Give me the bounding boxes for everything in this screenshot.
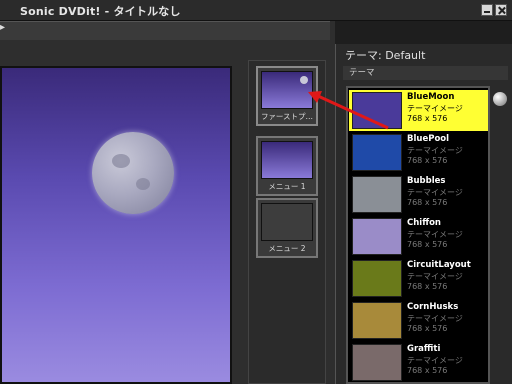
theme-desc: テーマイメージ <box>407 146 463 155</box>
theme-item-bluepool[interactable]: BluePool テーマイメージ 768 x 576 <box>349 132 488 173</box>
moon-icon <box>300 76 308 84</box>
menu-thumb-menu-1[interactable]: メニュー 1 <box>256 136 318 196</box>
theme-item-bubbles[interactable]: Bubbles テーマイメージ 768 x 576 <box>349 174 488 215</box>
menu-thumb-menu-2[interactable]: メニュー 2 <box>256 198 318 258</box>
theme-name: BlueMoon <box>407 92 455 102</box>
theme-desc: テーマイメージ <box>407 272 463 281</box>
menu-thumb-image <box>261 71 313 109</box>
minimize-button[interactable] <box>481 4 493 16</box>
moon-image <box>92 132 174 214</box>
theme-name: BluePool <box>407 134 450 144</box>
theme-item-circuitlayout[interactable]: CircuitLayout テーマイメージ 768 x 576 <box>349 258 488 299</box>
theme-desc: テーマイメージ <box>407 356 463 365</box>
close-window-button[interactable] <box>495 4 507 16</box>
theme-desc: テーマイメージ <box>407 230 463 239</box>
menu-thumb-first-play[interactable]: ファーストプ… <box>256 66 318 126</box>
theme-desc: テーマイメージ <box>407 188 463 197</box>
window-title: Sonic DVDit! - タイトルなし <box>20 5 181 18</box>
theme-item-graffiti[interactable]: Graffiti テーマイメージ 768 x 576 <box>349 342 488 382</box>
theme-list-header: テーマ <box>343 66 508 80</box>
theme-name: Bubbles <box>407 176 446 186</box>
theme-name: CircuitLayout <box>407 260 471 270</box>
theme-thumbnail <box>352 344 402 381</box>
main-header <box>0 21 330 40</box>
collapse-icon[interactable]: ▸ <box>0 23 8 33</box>
theme-name: Graffiti <box>407 344 441 354</box>
theme-thumbnail <box>352 134 402 171</box>
menu-thumb-image <box>261 141 313 179</box>
theme-size: 768 x 576 <box>407 114 448 123</box>
theme-item-chiffon[interactable]: Chiffon テーマイメージ 768 x 576 <box>349 216 488 257</box>
theme-name: Chiffon <box>407 218 441 228</box>
scroll-knob[interactable] <box>493 92 507 106</box>
theme-name: CornHusks <box>407 302 459 312</box>
theme-size: 768 x 576 <box>407 156 448 165</box>
menu-thumb-label: メニュー 1 <box>268 182 306 191</box>
menu-thumb-image <box>261 203 313 241</box>
theme-item-cornhusks[interactable]: CornHusks テーマイメージ 768 x 576 <box>349 300 488 341</box>
theme-thumbnail <box>352 260 402 297</box>
title-bar: Sonic DVDit! - タイトルなし <box>0 0 512 21</box>
theme-desc: テーマイメージ <box>407 104 463 113</box>
menu-thumb-label: ファーストプ… <box>260 112 314 121</box>
theme-thumbnail <box>352 92 402 129</box>
theme-size: 768 x 576 <box>407 366 448 375</box>
theme-size: 768 x 576 <box>407 282 448 291</box>
theme-thumbnail <box>352 218 402 255</box>
theme-size: 768 x 576 <box>407 240 448 249</box>
theme-size: 768 x 576 <box>407 324 448 333</box>
theme-thumbnail <box>352 176 402 213</box>
theme-list[interactable]: BlueMoon テーマイメージ 768 x 576 BluePool テーマイメージ 7… <box>346 86 490 384</box>
menu-preview[interactable] <box>0 66 232 384</box>
theme-desc: テーマイメージ <box>407 314 463 323</box>
theme-thumbnail <box>352 302 402 339</box>
theme-panel-title: テーマ: Default <box>345 49 426 62</box>
theme-size: 768 x 576 <box>407 198 448 207</box>
theme-item-bluemoon[interactable]: BlueMoon テーマイメージ 768 x 576 <box>349 90 488 131</box>
menu-thumb-label: メニュー 2 <box>268 244 306 253</box>
